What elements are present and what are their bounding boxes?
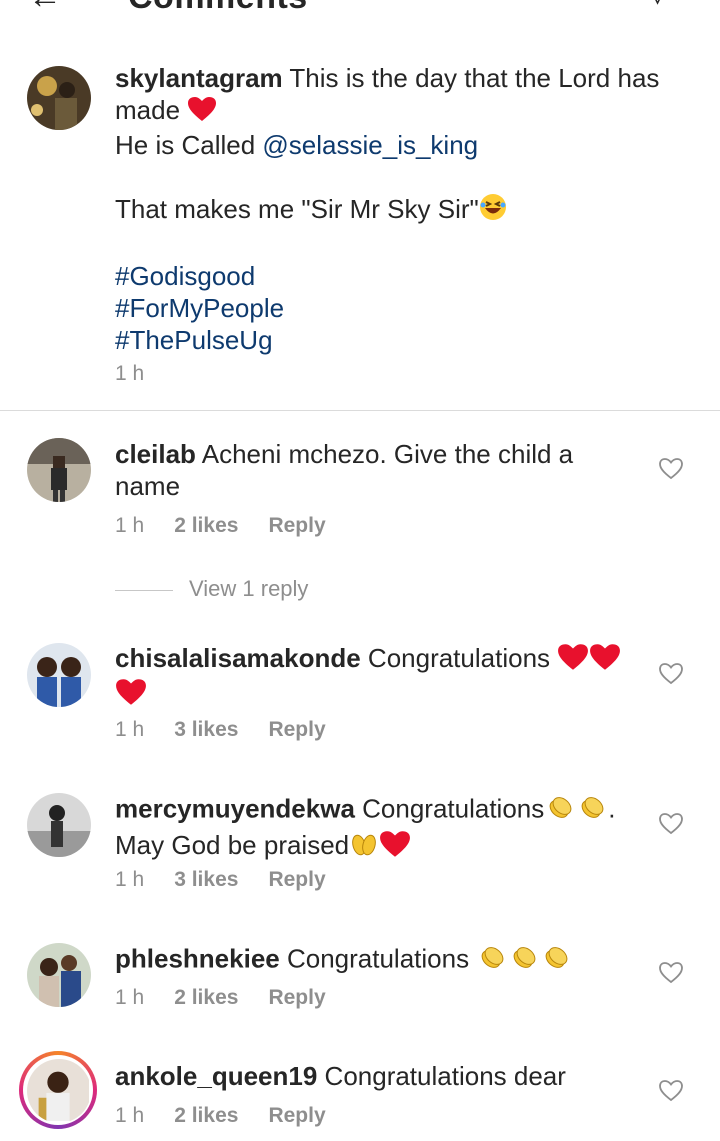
comment-body-line2: May God be praised bbox=[115, 830, 350, 860]
avatar[interactable] bbox=[27, 793, 91, 857]
comment-meta: 1 h 3 likes Reply bbox=[115, 868, 356, 892]
page-title: Comments bbox=[128, 0, 308, 17]
avatar[interactable] bbox=[27, 643, 91, 707]
caption-line2: He is Called bbox=[115, 129, 263, 160]
clapping-hands-icon bbox=[476, 942, 508, 979]
raised-hands-icon bbox=[349, 830, 379, 865]
comment-body-period: . bbox=[608, 793, 616, 824]
send-icon[interactable]: ▿ bbox=[650, 0, 665, 13]
timestamp: 1 h bbox=[115, 514, 145, 537]
mention-link[interactable]: @selassie_is_king bbox=[262, 130, 478, 160]
comment-body: Congratulations dear bbox=[317, 1061, 566, 1091]
likes-count[interactable]: 3 likes bbox=[174, 868, 238, 892]
timestamp: 1 h bbox=[115, 718, 145, 741]
likes-count[interactable]: 2 likes bbox=[174, 1104, 238, 1128]
comment-meta: 1 h 2 likes Reply bbox=[115, 986, 356, 1010]
heart-emoji-icon bbox=[187, 96, 217, 129]
clapping-hands-icon bbox=[576, 792, 608, 829]
reply-button[interactable]: Reply bbox=[268, 514, 325, 538]
view-replies-button[interactable]: View 1 reply bbox=[115, 576, 308, 602]
caption-username[interactable]: skylantagram bbox=[115, 63, 283, 93]
comment-username[interactable]: cleilab bbox=[115, 439, 196, 469]
caption-text: skylantagram This is the day that the Lo… bbox=[115, 62, 675, 356]
hashtag-link[interactable]: #ForMyPeople bbox=[115, 293, 284, 323]
clapping-hands-icon bbox=[544, 792, 576, 829]
like-heart-icon[interactable] bbox=[658, 456, 684, 482]
timestamp: 1 h bbox=[115, 986, 145, 1009]
comment-meta: 1 h 2 likes Reply bbox=[115, 514, 356, 538]
comment-text: ankole_queen19 Congratulations dear bbox=[115, 1060, 645, 1092]
avatar[interactable] bbox=[27, 943, 91, 1007]
likes-count[interactable]: 2 likes bbox=[174, 986, 238, 1010]
timestamp: 1 h bbox=[115, 868, 145, 891]
arrow-left-icon[interactable]: ← bbox=[28, 0, 62, 17]
like-heart-icon[interactable] bbox=[658, 1078, 684, 1104]
laughing-emoji-icon bbox=[479, 193, 507, 228]
like-heart-icon[interactable] bbox=[658, 960, 684, 986]
timestamp: 1 h bbox=[115, 362, 145, 385]
comment-body: Congratulations bbox=[279, 943, 477, 974]
timestamp: 1 h bbox=[115, 1104, 145, 1127]
top-bar: ← Comments ▿ bbox=[0, 0, 720, 17]
caption-line3: That makes me "Sir Mr Sky Sir" bbox=[115, 193, 479, 224]
comment-meta: 1 h 3 likes Reply bbox=[115, 718, 356, 742]
likes-count[interactable]: 3 likes bbox=[174, 718, 238, 742]
view-replies-label: View 1 reply bbox=[189, 576, 309, 601]
heart-emoji-icon bbox=[557, 643, 589, 678]
comment-body: Congratulations bbox=[360, 643, 558, 673]
comment-text: mercymuyendekwa Congratulations. May God… bbox=[115, 792, 645, 865]
reply-button[interactable]: Reply bbox=[268, 986, 325, 1010]
comment-body: Congratulations bbox=[354, 793, 545, 824]
heart-emoji-icon bbox=[115, 678, 147, 713]
avatar[interactable] bbox=[27, 66, 91, 130]
comment-meta: 1 h 2 likes Reply bbox=[115, 1104, 356, 1128]
clapping-hands-icon bbox=[540, 942, 572, 979]
comment-username[interactable]: ankole_queen19 bbox=[115, 1061, 317, 1091]
avatar[interactable] bbox=[27, 1059, 91, 1123]
like-heart-icon[interactable] bbox=[658, 811, 684, 837]
comment-username[interactable]: chisalalisamakonde bbox=[115, 643, 361, 673]
heart-emoji-icon bbox=[379, 830, 411, 865]
reply-button[interactable]: Reply bbox=[268, 1104, 325, 1128]
divider bbox=[0, 410, 720, 411]
comment-username[interactable]: phleshnekiee bbox=[115, 943, 280, 973]
comment-username[interactable]: mercymuyendekwa bbox=[115, 793, 355, 823]
reply-button[interactable]: Reply bbox=[268, 718, 325, 742]
like-heart-icon[interactable] bbox=[658, 661, 684, 687]
likes-count[interactable]: 2 likes bbox=[174, 514, 238, 538]
comment-text: cleilab Acheni mchezo. Give the child a … bbox=[115, 438, 645, 502]
comment-text: phleshnekiee Congratulations bbox=[115, 942, 645, 979]
caption-meta: 1 h bbox=[115, 362, 174, 386]
hashtag-link[interactable]: #Godisgood bbox=[115, 261, 255, 291]
heart-emoji-icon bbox=[589, 643, 621, 678]
clapping-hands-icon bbox=[508, 942, 540, 979]
hashtag-link[interactable]: #ThePulseUg bbox=[115, 325, 273, 355]
reply-button[interactable]: Reply bbox=[268, 868, 325, 892]
avatar[interactable] bbox=[27, 438, 91, 502]
reply-line bbox=[115, 589, 173, 591]
comment-text: chisalalisamakonde Congratulations bbox=[115, 642, 645, 713]
